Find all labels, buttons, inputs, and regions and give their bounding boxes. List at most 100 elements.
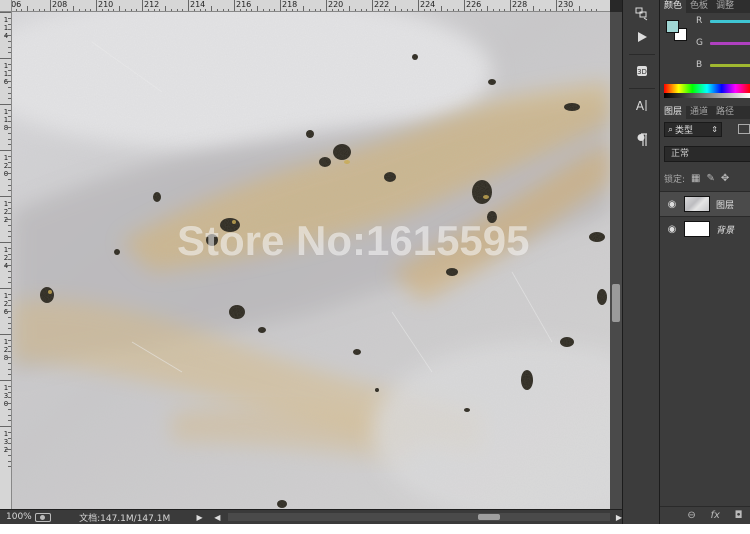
document-canvas[interactable]: Store No:1615595 [12,12,610,509]
ruler-minor-tick [8,178,11,180]
layer-row-marble[interactable]: ◉ 图层 [660,191,750,216]
tab-channels[interactable]: 通道 [686,106,712,119]
vertical-scrollbar[interactable] [610,12,622,509]
fx-icon[interactable]: fx [710,510,719,521]
blue-label: B [696,60,703,70]
horizontal-scroll-thumb[interactable] [478,514,501,520]
green-slider-bar[interactable] [710,42,750,45]
tab-color[interactable]: 颜色 [660,0,687,13]
ruler-label: 220 [328,0,344,9]
eye-icon[interactable]: ◉ [660,224,684,235]
play-icon[interactable] [632,27,652,47]
ruler-label: 1 2 6 [3,292,9,316]
color-spectrum-bar[interactable] [664,84,750,98]
store-watermark: Store No:1615595 [177,217,530,264]
ruler-label: 1 3 0 [3,384,9,408]
ruler-minor-tick [8,207,11,209]
ruler-minor-tick [8,40,11,42]
ruler-minor-tick [8,92,11,94]
ruler-label: 226 [466,0,482,9]
eye-icon[interactable]: ◉ [660,199,684,210]
paragraph-icon[interactable] [632,130,652,150]
ruler-minor-tick [0,150,11,151]
ruler-minor-tick [5,81,11,82]
red-slider-bar[interactable] [710,20,750,23]
lock-paint-icon[interactable]: ✎ [707,173,715,184]
ruler-minor-tick [0,242,11,243]
vertical-scroll-thumb[interactable] [612,284,620,322]
ruler-label: 1 1 4 [3,16,9,40]
ruler-label: 224 [420,0,436,9]
ruler-minor-tick [8,391,11,393]
horizontal-ruler[interactable]: 206 208 210 212 214 216 218 220 222 224 226 228 230 [12,0,610,12]
layer-name[interactable]: 图层 [716,198,734,211]
layers-panel-footer: ⊖ fx ◘ [660,506,750,524]
ruler-label: 228 [512,0,528,9]
ruler-minor-tick [5,311,11,312]
ruler-minor-tick [8,397,11,399]
ruler-label: 216 [236,0,252,9]
color-panel-tabs: 颜色 色板 调整 [660,0,750,13]
ruler-minor-tick [8,368,11,370]
ruler-minor-tick [8,282,11,284]
layer-name[interactable]: 背景 [716,223,734,236]
preview-icon[interactable] [35,512,52,522]
vertical-ruler[interactable]: 1 1 4 1 1 6 1 1 8 1 2 0 1 2 2 1 2 4 1 2 6 1 2 8… [0,12,12,509]
ruler-minor-tick [8,63,11,65]
tab-layers[interactable]: 图层 [660,106,687,119]
ruler-minor-tick [5,127,11,128]
layers-panel-tabs: 图层 通道 路径 [660,106,750,119]
tab-adjustments[interactable]: 调整 [712,0,738,13]
ruler-minor-tick [8,167,11,169]
ruler-minor-tick [8,230,11,232]
search-icon: ⌕ [668,124,674,135]
ruler-minor-tick [8,431,11,433]
red-channel-slider[interactable]: R [696,16,750,28]
ruler-label: 1 2 8 [3,338,9,362]
ruler-minor-tick [8,299,11,301]
link-icon[interactable]: ⊖ [687,510,695,521]
ruler-minor-tick [8,316,11,318]
3d-icon[interactable]: 3D [632,61,652,81]
ruler-minor-tick [0,288,11,289]
ruler-minor-tick [5,173,11,174]
blue-channel-slider[interactable]: B [696,60,750,72]
ruler-label: 212 [144,0,160,9]
layer-row-background[interactable]: ◉ 背景 [660,216,750,241]
ruler-corner[interactable] [0,0,12,12]
lock-position-icon[interactable]: ✥ [721,173,729,184]
ruler-minor-tick [8,253,11,255]
ruler-minor-tick [8,339,11,341]
history-icon[interactable] [632,4,652,24]
blue-slider-bar[interactable] [710,64,750,67]
ruler-minor-tick [0,196,11,197]
ruler-label: 210 [98,0,114,9]
lock-transparency-icon[interactable]: ▦ [691,173,700,184]
ruler-minor-tick [8,115,11,117]
red-label: R [696,16,703,26]
layer-filter-select[interactable]: ⌕ 类型 ⇕ [664,122,722,137]
panel-dock-strip: 3D A [622,0,660,524]
foreground-color-swatch[interactable] [666,20,679,33]
ruler-minor-tick [5,219,11,220]
blend-mode-select[interactable]: 正常 [664,146,750,162]
mask-icon[interactable]: ◘ [735,510,743,521]
status-menu-arrow-icon[interactable]: ▶ [196,513,210,522]
green-label: G [696,38,703,48]
ruler-minor-tick [8,201,11,203]
ruler-minor-tick [8,414,11,416]
character-icon[interactable]: A [632,95,652,115]
zoom-level[interactable]: 100% [0,512,33,522]
ruler-minor-tick [8,161,11,163]
image-filter-icon[interactable] [738,124,750,134]
scroll-left-icon[interactable]: ◀ [214,513,220,522]
ruler-minor-tick [5,35,11,36]
ruler-minor-tick [8,247,11,249]
horizontal-scrollbar[interactable] [228,513,610,521]
tab-paths[interactable]: 路径 [712,106,738,119]
green-channel-slider[interactable]: G [696,38,750,50]
ruler-minor-tick [8,29,11,31]
ruler-label: 1 1 8 [3,108,9,132]
tab-swatches[interactable]: 色板 [686,0,712,13]
ruler-minor-tick [0,12,11,13]
